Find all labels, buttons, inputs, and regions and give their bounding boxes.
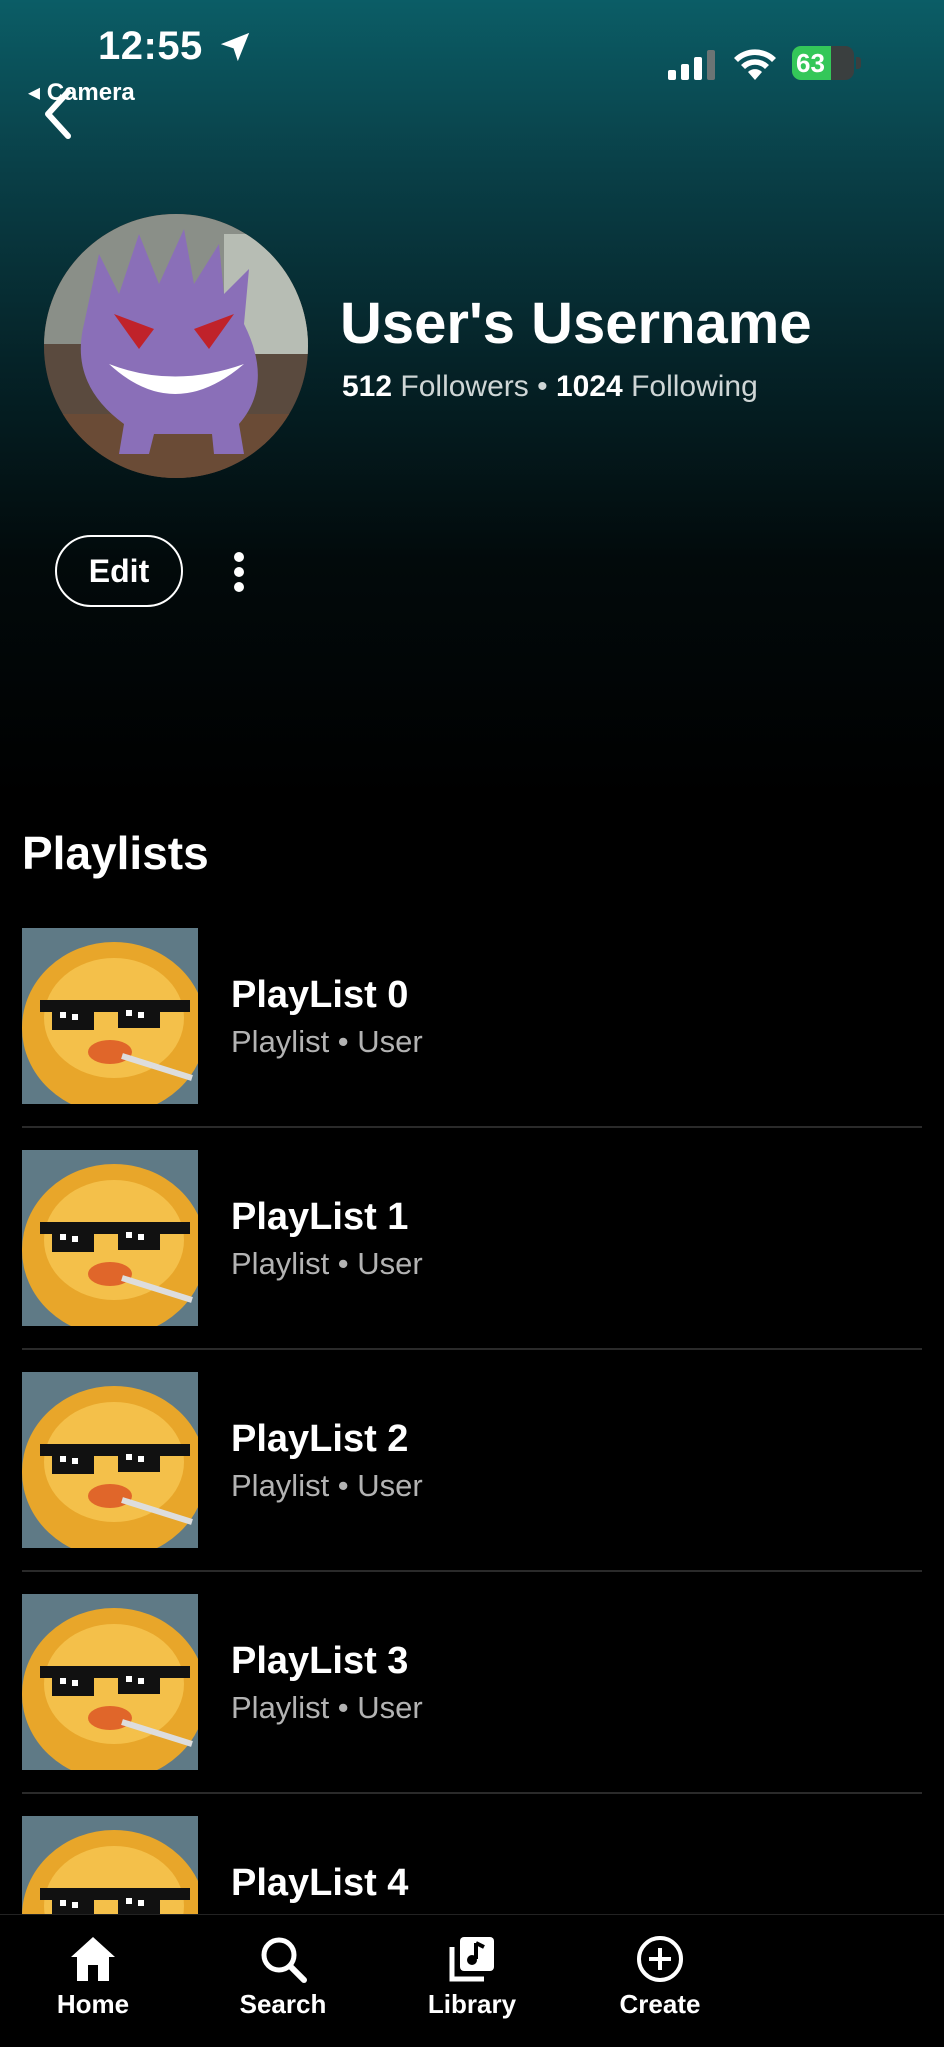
following-label[interactable]: Following [631,370,758,403]
create-icon [637,1936,683,1982]
edit-profile-button[interactable]: Edit [55,535,183,607]
playlist-row[interactable]: PlayList 1 Playlist • User [22,1150,922,1372]
tab-search-label: Search [239,1989,327,2019]
location-arrow-icon [220,32,250,62]
status-bar: 12:55 ◂ Camera 63 [0,0,944,110]
wifi-icon [734,49,776,80]
row-divider [22,1348,922,1350]
battery-indicator: 63 [792,46,862,80]
tab-create[interactable]: Create [585,1933,735,2020]
search-icon [261,1937,307,1983]
row-divider [22,1570,922,1572]
following-count[interactable]: 1024 [556,370,623,403]
playlist-row[interactable]: PlayList 2 Playlist • User [22,1372,922,1594]
tab-search[interactable]: Search [208,1933,358,2020]
back-chevron-icon[interactable] [40,86,76,142]
more-options-icon[interactable] [224,548,254,598]
playlist-cover [22,1150,198,1326]
playlist-cover [22,928,198,1104]
purple-ghost-avatar-icon [44,214,308,478]
playlist-title: PlayList 4 [231,1862,409,1904]
tab-home[interactable]: Home [18,1933,168,2020]
playlist-cover [22,1372,198,1548]
library-icon [449,1937,494,1982]
bottom-tab-bar: Home Search Library Create [0,1914,944,2047]
status-time: 12:55 [98,24,203,68]
playlist-title: PlayList 2 [231,1418,409,1460]
home-icon [71,1937,115,1981]
profile-avatar[interactable] [44,214,308,478]
playlist-subtitle: Playlist • User [231,1246,423,1281]
playlist-row[interactable]: PlayList 0 Playlist • User [22,928,922,1150]
tab-library-label: Library [427,1989,517,2019]
tab-create-label: Create [619,1989,701,2019]
playlist-cover [22,1594,198,1770]
followers-label[interactable]: Followers [400,370,528,403]
playlist-subtitle: Playlist • User [231,1468,423,1503]
row-divider [22,1792,922,1794]
playlist-title: PlayList 3 [231,1640,409,1682]
profile-stats: 512 Followers • 1024 Following [342,370,758,404]
playlist-row[interactable]: PlayList 3 Playlist • User [22,1594,922,1816]
playlist-subtitle: Playlist • User [231,1690,423,1725]
tab-home-label: Home [56,1989,130,2019]
playlists-heading: Playlists [22,827,209,879]
cellular-signal-icon [668,50,715,80]
row-divider [22,1126,922,1128]
followers-count[interactable]: 512 [342,370,392,403]
tab-library[interactable]: Library [397,1933,547,2020]
playlist-title: PlayList 1 [231,1196,409,1238]
playlist-title: PlayList 0 [231,974,409,1016]
stats-separator: • [537,370,548,403]
profile-username: User's Username [340,291,812,356]
playlist-list: PlayList 0 Playlist • User PlayList 1 Pl… [22,928,922,2038]
playlist-subtitle: Playlist • User [231,1024,423,1059]
